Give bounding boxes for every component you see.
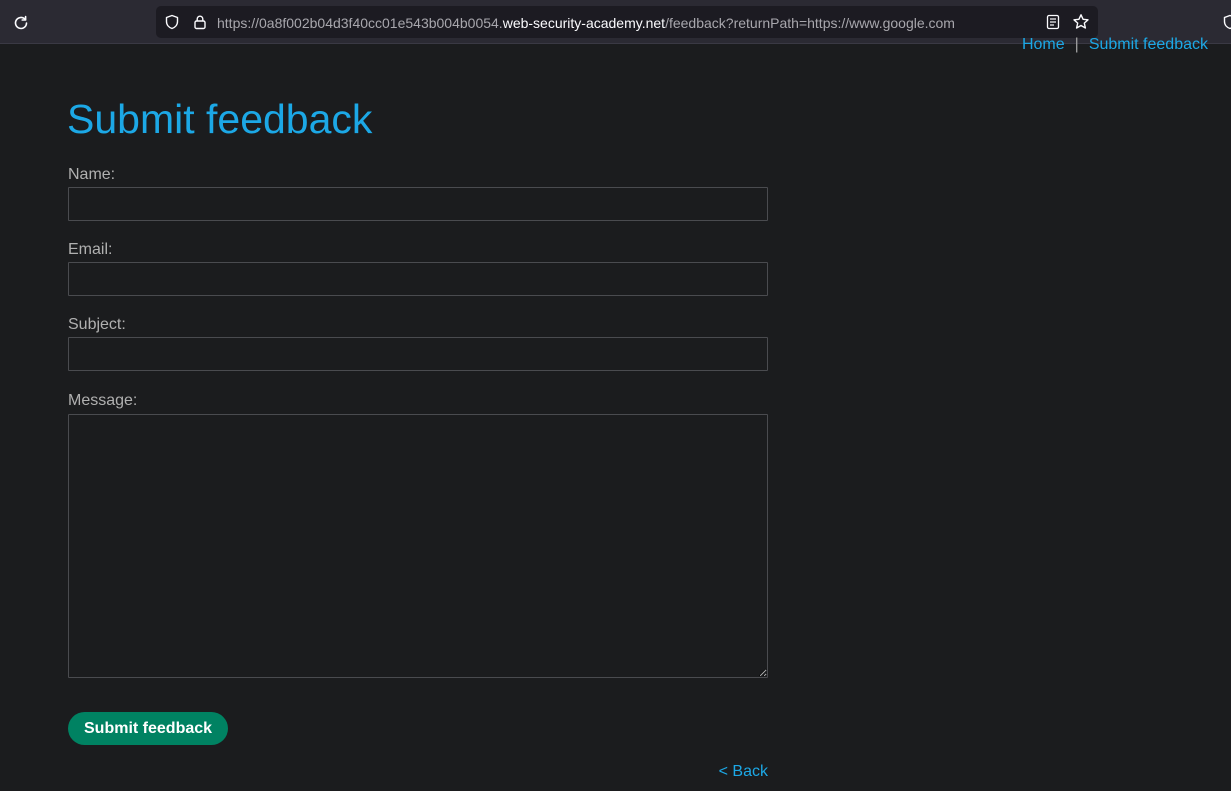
extension-shield-icon[interactable]: [1222, 14, 1231, 30]
shield-icon[interactable]: [164, 14, 180, 30]
url-text[interactable]: https://0a8f002b04d3f40cc01e543b004b0054…: [217, 15, 955, 31]
bookmark-star-icon[interactable]: [1072, 13, 1090, 31]
nav-separator: |: [1074, 36, 1079, 53]
reload-icon[interactable]: [12, 14, 30, 32]
submit-feedback-button[interactable]: Submit feedback: [68, 712, 229, 745]
url-domain: web-security-academy.net: [502, 15, 666, 31]
name-field[interactable]: [68, 187, 768, 221]
address-bar[interactable]: https://0a8f002b04d3f40cc01e543b004b0054…: [156, 6, 1098, 38]
email-field[interactable]: [68, 262, 768, 296]
nav-home-link[interactable]: Home: [1022, 36, 1065, 53]
reader-view-icon[interactable]: [1045, 14, 1061, 30]
message-label: Message:: [68, 392, 138, 409]
lock-icon[interactable]: [192, 14, 208, 30]
url-path: /feedback?returnPath=https://www.google.…: [665, 15, 955, 31]
top-nav: Home | Submit feedback: [1022, 36, 1208, 54]
message-textarea[interactable]: [68, 414, 768, 678]
subject-label: Subject:: [68, 316, 126, 333]
page-title: Submit feedback: [67, 96, 373, 142]
subject-field[interactable]: [68, 337, 768, 371]
back-link[interactable]: < Back: [719, 763, 768, 781]
nav-submit-feedback-link[interactable]: Submit feedback: [1089, 36, 1208, 53]
url-prefix: https://0a8f002b04d3f40cc01e543b004b0054…: [217, 15, 503, 31]
name-label: Name:: [68, 166, 116, 183]
email-label: Email:: [68, 241, 113, 258]
